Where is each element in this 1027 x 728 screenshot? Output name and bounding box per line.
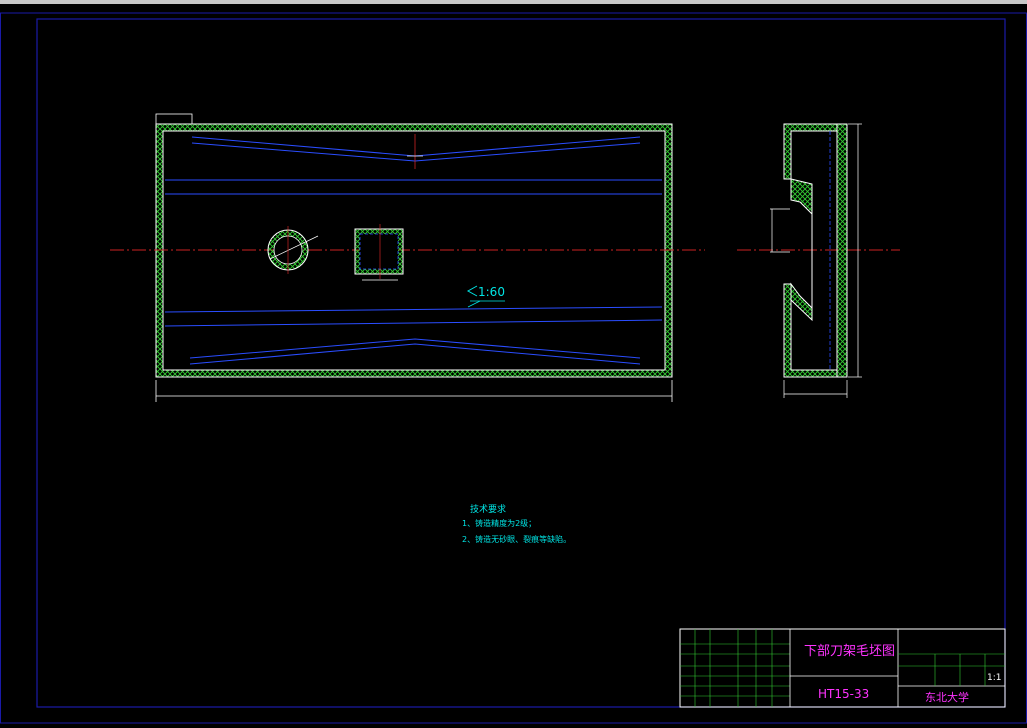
slope-label: 1:60 <box>478 285 505 299</box>
title-block: 下部刀架毛坯图 HT15-33 1:1 东北大学 <box>679 628 1006 708</box>
tech-note-2: 2、铸造无砂眼、裂痕等缺陷。 <box>462 534 571 544</box>
side-view <box>737 123 900 398</box>
width-dimension <box>155 380 673 402</box>
material-code: HT15-33 <box>818 687 869 701</box>
technical-requirements: 技术要求 1、铸造精度为2级； 2、铸造无砂眼、裂痕等缺陷。 <box>462 503 571 544</box>
drawing-scale: 1:1 <box>987 673 1001 683</box>
tech-notes-title: 技术要求 <box>470 503 506 515</box>
cad-drawing-canvas[interactable]: 1:60 技术要求 1、铸造精度为2级； 2、铸造无砂眼、裂痕等缺陷。 下部刀架… <box>0 4 1027 726</box>
front-view-notch <box>155 113 193 125</box>
school-name: 东北大学 <box>925 690 969 704</box>
slope-annotation: 1:60 <box>466 285 505 308</box>
outer-frame <box>0 12 1027 724</box>
drawing-border <box>36 18 1006 708</box>
front-view: 1:60 <box>110 113 705 402</box>
side-right-wall <box>836 123 848 378</box>
drawing-name: 下部刀架毛坯图 <box>804 644 895 659</box>
tech-note-1: 1、铸造精度为2级； <box>462 518 536 528</box>
